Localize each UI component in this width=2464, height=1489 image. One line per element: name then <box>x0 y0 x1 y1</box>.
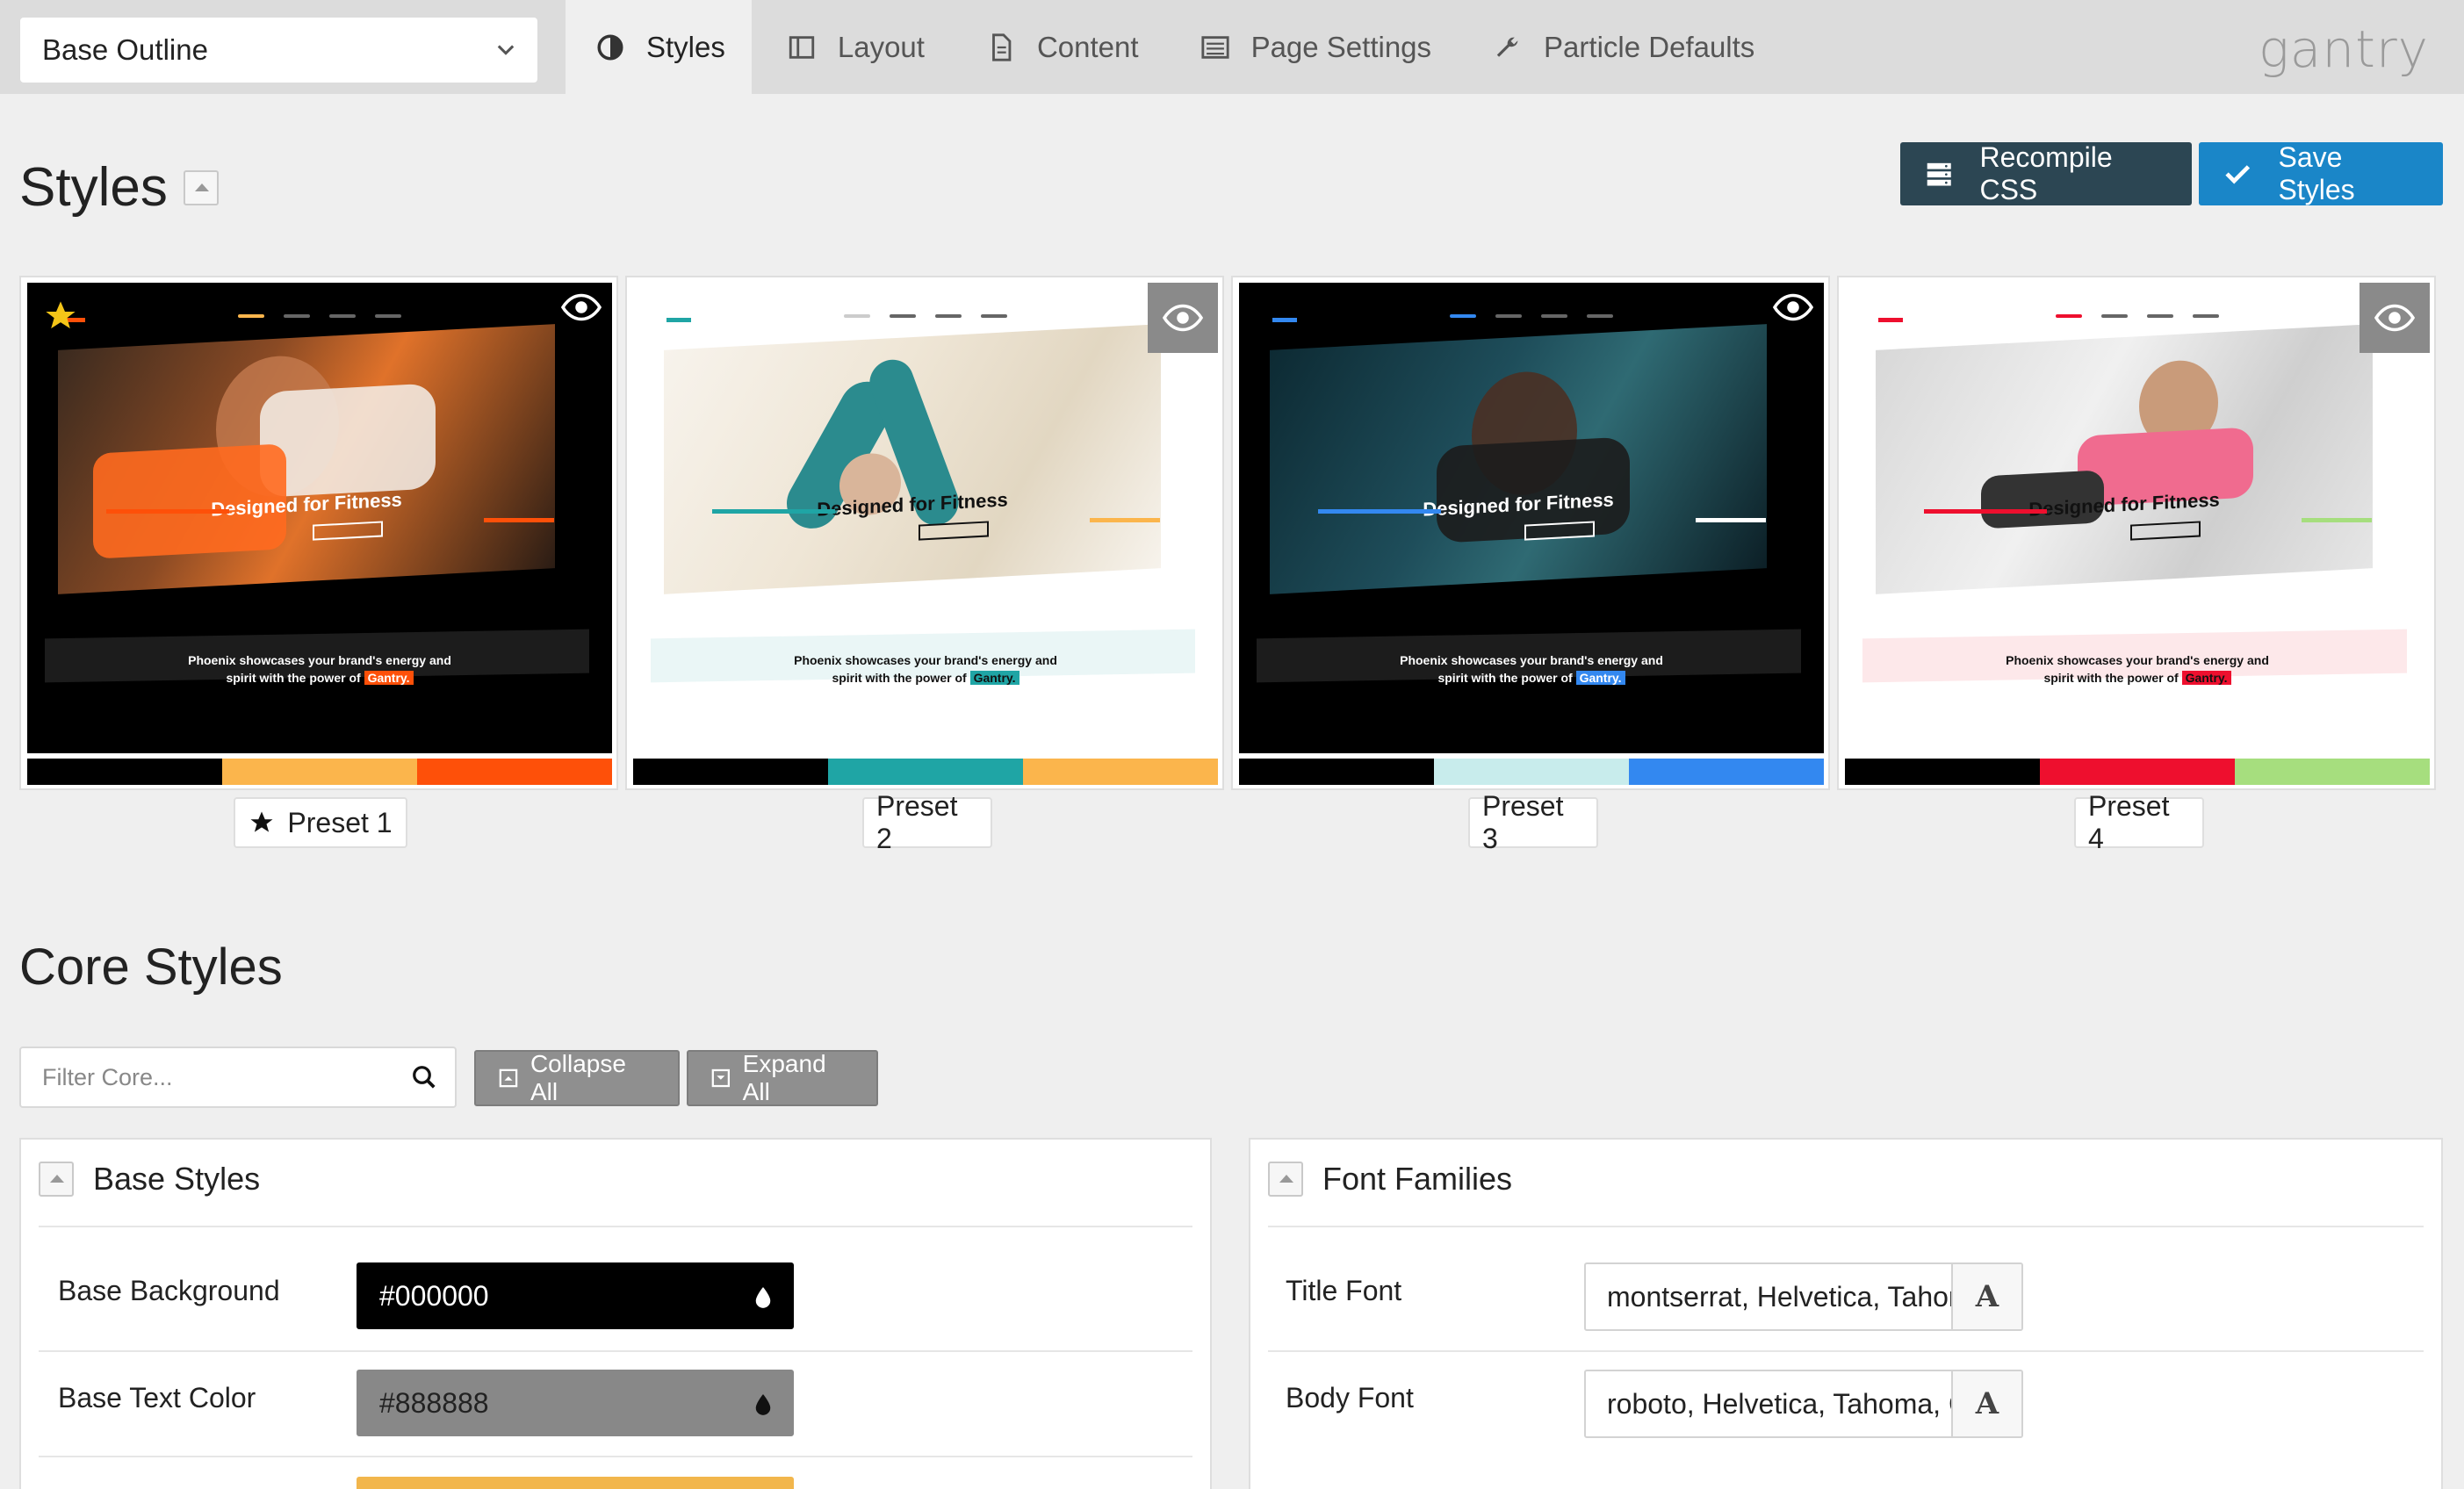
base-background-input[interactable]: #000000 <box>357 1262 794 1329</box>
preset-color-swatches <box>27 759 612 785</box>
panel-title: Base Styles <box>39 1161 260 1198</box>
expand-square-icon <box>711 1068 730 1088</box>
expand-all-button[interactable]: Expand All <box>687 1050 878 1106</box>
preset-color-swatches <box>1239 759 1824 785</box>
preset-1-thumbnail: Designed for Fitness Phoenix showcases y… <box>27 283 612 753</box>
preset-color-swatches <box>1845 759 2430 785</box>
preview-button[interactable] <box>1148 283 1218 353</box>
save-styles-label: Save Styles <box>2278 141 2355 205</box>
page-title-text: Styles <box>19 157 168 218</box>
top-navigation-bar: Base Outline Styles Layout Content Page … <box>0 0 2464 94</box>
title-font-input[interactable]: montserrat, Helvetica, Tahoma, Geneva, A… <box>1584 1262 2023 1331</box>
preset-label-3[interactable]: Preset 3 <box>1468 790 1598 854</box>
layout-icon <box>789 35 815 59</box>
color-drop-icon[interactable] <box>753 1285 773 1308</box>
font-picker-icon[interactable]: A <box>1951 1264 2021 1329</box>
page-settings-icon <box>1200 35 1229 59</box>
preset-tagline: Phoenix showcases your brand's energy an… <box>2006 653 2269 685</box>
accent-color-input[interactable] <box>357 1477 794 1489</box>
preset-label-4[interactable]: Preset 4 <box>2074 790 2204 854</box>
base-styles-collapse-toggle[interactable] <box>39 1162 74 1197</box>
preset-card-2[interactable]: Designed for Fitness Phoenix showcases y… <box>625 276 1224 790</box>
color-drop-icon[interactable] <box>753 1392 773 1415</box>
core-styles-title: Core Styles <box>19 939 283 996</box>
star-icon <box>250 811 273 832</box>
preset-label-2[interactable]: Preset 2 <box>862 790 992 854</box>
preset-color-swatches <box>633 759 1218 785</box>
font-families-panel: Font Families Title Font montserrat, Hel… <box>1249 1138 2443 1489</box>
eye-icon <box>2374 304 2416 332</box>
server-stack-icon <box>1927 162 1951 186</box>
page-title: Styles <box>19 156 219 219</box>
font-families-collapse-toggle[interactable] <box>1268 1162 1303 1197</box>
styles-collapse-toggle[interactable] <box>183 169 219 205</box>
base-text-color-label: Base Text Color <box>58 1382 256 1413</box>
main-tabs: Styles Layout Content Page Settings Part… <box>566 0 1786 94</box>
filter-core-field <box>19 1047 457 1108</box>
save-styles-button[interactable]: Save Styles <box>2199 141 2443 205</box>
preset-3-thumbnail: Designed for Fitness Phoenix showcases y… <box>1239 283 1824 753</box>
tab-particle-defaults[interactable]: Particle Defaults <box>1463 0 1781 94</box>
gantry-logo: gantry <box>2258 19 2429 79</box>
collapse-square-icon <box>499 1068 518 1088</box>
tab-label: Page Settings <box>1250 30 1432 63</box>
tab-content[interactable]: Content <box>956 0 1165 94</box>
eye-icon <box>1162 304 1204 332</box>
panel-title: Font Families <box>1268 1161 1512 1198</box>
preview-button[interactable] <box>2360 283 2430 353</box>
tab-label: Particle Defaults <box>1544 30 1755 63</box>
tab-styles[interactable]: Styles <box>566 0 752 94</box>
preset-4-thumbnail: Designed for Fitness Phoenix showcases y… <box>1845 283 2430 753</box>
base-text-color-input[interactable]: #888888 <box>357 1370 794 1436</box>
tab-label: Content <box>1036 30 1139 63</box>
document-icon <box>992 32 1012 61</box>
outline-select-value: Base Outline <box>42 33 208 66</box>
tab-label: Layout <box>837 30 925 63</box>
eye-icon[interactable] <box>1771 291 1815 323</box>
base-background-label: Base Background <box>58 1275 280 1306</box>
title-font-label: Title Font <box>1286 1275 1402 1306</box>
base-styles-panel: Base Styles Base Background #000000 Base… <box>19 1138 1212 1489</box>
preset-2-thumbnail: Designed for Fitness Phoenix showcases y… <box>633 283 1218 753</box>
eye-icon[interactable] <box>559 291 603 323</box>
tab-label: Styles <box>646 30 725 63</box>
tab-layout[interactable]: Layout <box>757 0 951 94</box>
chevron-down-icon <box>497 45 515 55</box>
filter-core-input[interactable] <box>42 1063 393 1091</box>
search-icon[interactable] <box>411 1064 437 1090</box>
preset-card-4[interactable]: Designed for Fitness Phoenix showcases y… <box>1837 276 2436 790</box>
recompile-css-label: Recompile CSS <box>1979 141 2113 205</box>
tab-page-settings[interactable]: Page Settings <box>1171 0 1458 94</box>
preset-card-1[interactable]: Designed for Fitness Phoenix showcases y… <box>19 276 618 790</box>
preset-tagline: Phoenix showcases your brand's energy an… <box>794 653 1057 685</box>
body-font-input[interactable]: roboto, Helvetica, Tahoma, Geneva, Arial… <box>1584 1370 2023 1438</box>
collapse-all-button[interactable]: Collapse All <box>474 1050 680 1106</box>
star-icon <box>46 301 76 329</box>
preset-card-3[interactable]: Designed for Fitness Phoenix showcases y… <box>1231 276 1830 790</box>
recompile-css-button[interactable]: Recompile CSS <box>1900 141 2192 205</box>
wrench-icon <box>1496 37 1518 57</box>
body-font-label: Body Font <box>1286 1382 1414 1413</box>
preset-label-1[interactable]: Preset 1 <box>234 797 407 848</box>
contrast-icon <box>597 33 623 61</box>
checkmark-icon <box>2225 165 2251 184</box>
font-picker-icon[interactable]: A <box>1951 1371 2021 1436</box>
preset-tagline: Phoenix showcases your brand's energy an… <box>188 653 451 685</box>
outline-select[interactable]: Base Outline <box>20 18 537 83</box>
preset-tagline: Phoenix showcases your brand's energy an… <box>1400 653 1663 685</box>
